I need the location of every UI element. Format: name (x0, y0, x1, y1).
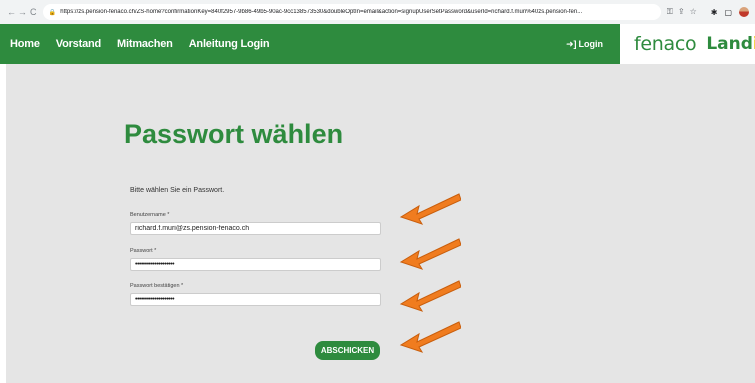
site-header: Home Vorstand Mitmachen Anleitung Login … (0, 24, 755, 64)
confirm-password-label: Passwort bestätigen * (130, 283, 184, 289)
login-icon: ➜] (566, 38, 577, 49)
nav-link-mitmachen[interactable]: Mitmachen (117, 38, 173, 50)
landi-logo-main: Land (706, 34, 753, 54)
arrow-annotation-submit (399, 321, 461, 353)
main-content: Passwort wählen Bitte wählen Sie ein Pas… (0, 64, 755, 383)
password-field[interactable] (130, 258, 381, 271)
fenaco-logo[interactable]: fenaco (634, 33, 697, 55)
brand-logos: fenaco Landi (620, 24, 755, 64)
nav-link-home[interactable]: Home (10, 38, 40, 50)
extensions-icon[interactable]: ✱ (711, 8, 718, 17)
address-bar[interactable]: 🔒 https://zs.pension-fenaco.ch/ZS-home?c… (42, 4, 661, 20)
arrow-annotation-username (399, 193, 461, 225)
confirm-password-field[interactable] (130, 293, 381, 306)
main-nav: Home Vorstand Mitmachen Anleitung Login (0, 38, 285, 50)
username-label: Benutzername * (130, 212, 170, 218)
sidebar-icon[interactable]: ▢ (724, 8, 732, 17)
landi-logo[interactable]: Landi (706, 34, 755, 54)
url-text: https://zs.pension-fenaco.ch/ZS-home?con… (60, 9, 583, 15)
star-icon[interactable]: ☆ (690, 7, 697, 17)
profile-avatar-icon[interactable] (739, 7, 749, 17)
arrow-annotation-password (399, 238, 461, 270)
password-label: Passwort * (130, 248, 157, 254)
arrow-annotation-confirm (399, 280, 461, 312)
nav-link-anleitung-login[interactable]: Anleitung Login (189, 38, 270, 50)
submit-button[interactable]: ABSCHICKEN (315, 341, 380, 360)
forward-icon[interactable]: → (17, 7, 28, 17)
username-field[interactable] (130, 222, 381, 235)
login-label: Login (578, 39, 604, 49)
lock-icon: 🔒 (48, 9, 57, 16)
login-link[interactable]: ➜] Login (566, 24, 603, 64)
share-icon[interactable]: ⇪ (678, 7, 685, 17)
page-title: Passwort wählen (124, 119, 344, 149)
reload-icon[interactable]: C (28, 7, 39, 17)
back-icon[interactable]: ← (6, 7, 17, 17)
browser-toolbar: ← → C 🔒 https://zs.pension-fenaco.ch/ZS-… (0, 0, 755, 24)
nav-link-vorstand[interactable]: Vorstand (56, 38, 101, 50)
key-icon[interactable]: ⚿ (667, 7, 673, 17)
intro-text: Bitte wählen Sie ein Passwort. (130, 187, 225, 194)
